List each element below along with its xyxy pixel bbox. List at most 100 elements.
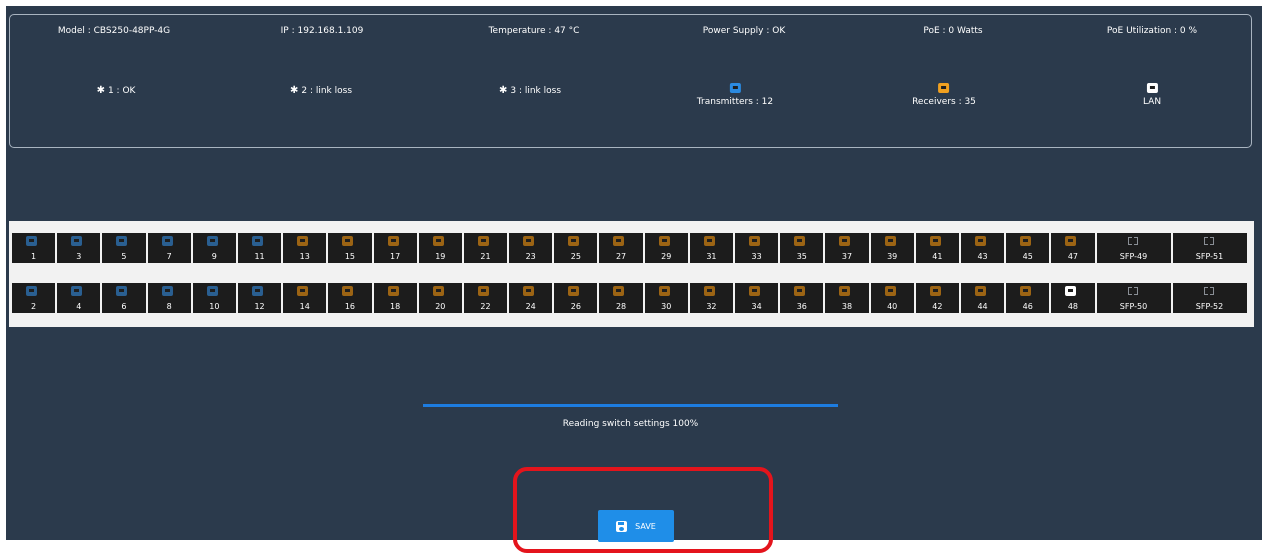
port-27[interactable]: 27	[599, 233, 643, 263]
sfp-icon	[1203, 287, 1214, 295]
monitor-icon	[297, 286, 309, 296]
port-31[interactable]: 31	[689, 233, 733, 263]
port-25[interactable]: 25	[554, 233, 598, 263]
port-17[interactable]: 17	[373, 233, 417, 263]
port-2[interactable]: 2	[12, 283, 56, 313]
transmitters-count: Transmitters : 12	[696, 97, 774, 107]
port-18[interactable]: 18	[373, 283, 417, 313]
model-label: Model : CBS250-48PP-4G	[57, 26, 171, 36]
monitor-icon	[703, 236, 715, 246]
port-44[interactable]: 44	[960, 283, 1005, 313]
port-number: 34	[751, 302, 762, 311]
port-13[interactable]: 13	[283, 233, 327, 263]
monitor-icon	[729, 83, 741, 93]
monitor-icon	[974, 236, 986, 246]
port-15[interactable]: 15	[328, 233, 372, 263]
sfp-port[interactable]: SFP-51	[1172, 233, 1247, 263]
monitor-icon	[794, 286, 806, 296]
port-26[interactable]: 26	[554, 283, 598, 313]
monitor-icon	[71, 286, 83, 296]
monitor-icon	[251, 236, 263, 246]
port-6[interactable]: 6	[102, 283, 146, 313]
port-39[interactable]: 39	[870, 233, 914, 263]
monitor-icon	[568, 236, 580, 246]
port-number: 45	[1022, 252, 1033, 261]
port-48[interactable]: 48	[1051, 283, 1095, 313]
port-number: 31	[706, 252, 717, 261]
port-46[interactable]: 46	[1006, 283, 1050, 313]
monitor-icon	[1065, 236, 1077, 246]
port-number: 29	[661, 252, 672, 261]
port-43[interactable]: 43	[960, 233, 1005, 263]
even-port-row: 2 4 6 8 10 12 14 16 18 20 22 24 26 28 30 32 34 36 38 40 42 44…	[12, 283, 1247, 313]
port-22[interactable]: 22	[463, 283, 508, 313]
port-45[interactable]: 45	[1006, 233, 1050, 263]
port-29[interactable]: 29	[644, 233, 688, 263]
port-3[interactable]: 3	[57, 233, 101, 263]
port-34[interactable]: 34	[735, 283, 779, 313]
port-42[interactable]: 42	[915, 283, 959, 313]
port-32[interactable]: 32	[689, 283, 733, 313]
sfp-icon	[1127, 287, 1138, 295]
monitor-icon	[1146, 83, 1158, 93]
monitor-icon	[613, 286, 625, 296]
port-number: 10	[209, 302, 220, 311]
sfp-port[interactable]: SFP-50	[1096, 283, 1171, 313]
port-number: 9	[211, 252, 217, 261]
port-40[interactable]: 40	[870, 283, 914, 313]
port-35[interactable]: 35	[780, 233, 824, 263]
port-21[interactable]: 21	[463, 233, 508, 263]
sfp-port[interactable]: SFP-52	[1172, 283, 1247, 313]
port-9[interactable]: 9	[192, 233, 236, 263]
port-36[interactable]: 36	[780, 283, 824, 313]
port-10[interactable]: 10	[192, 283, 236, 313]
port-4[interactable]: 4	[57, 283, 101, 313]
port-8[interactable]: 8	[147, 283, 191, 313]
monitor-icon	[1020, 286, 1032, 296]
monitor-icon	[432, 286, 444, 296]
port-number: 41	[932, 252, 943, 261]
port-number: 20	[435, 302, 446, 311]
sfp-label: SFP-52	[1195, 302, 1224, 311]
port-number: 19	[435, 252, 446, 261]
monitor-icon	[387, 236, 399, 246]
sfp-label: SFP-49	[1119, 252, 1148, 261]
monitor-icon	[161, 286, 173, 296]
port-14[interactable]: 14	[283, 283, 327, 313]
port-38[interactable]: 38	[825, 283, 869, 313]
port-41[interactable]: 41	[915, 233, 959, 263]
port-23[interactable]: 23	[509, 233, 553, 263]
port-24[interactable]: 24	[509, 283, 553, 313]
port-number: 8	[166, 302, 172, 311]
port-number: 40	[887, 302, 898, 311]
monitor-icon	[26, 236, 37, 246]
switch-ports-panel: 1 3 5 7 9 11 13 15 17 19 21 23 25 27 29 31 33 35 37 39 41 43 4…	[9, 221, 1254, 327]
port-37[interactable]: 37	[825, 233, 869, 263]
port-5[interactable]: 5	[102, 233, 146, 263]
port-28[interactable]: 28	[599, 283, 643, 313]
port-7[interactable]: 7	[147, 233, 191, 263]
port-number: 22	[480, 302, 491, 311]
port-19[interactable]: 19	[418, 233, 462, 263]
fan-3-label: 3 : link loss	[510, 86, 562, 96]
port-number: 25	[570, 252, 581, 261]
port-20[interactable]: 20	[418, 283, 462, 313]
port-number: 2	[31, 302, 37, 311]
sfp-port[interactable]: SFP-49	[1096, 233, 1171, 263]
port-30[interactable]: 30	[644, 283, 688, 313]
port-1[interactable]: 1	[12, 233, 56, 263]
monitor-icon	[432, 236, 444, 246]
port-number: 32	[706, 302, 717, 311]
sfp-icon	[1127, 237, 1138, 245]
port-11[interactable]: 11	[237, 233, 282, 263]
legend-lan: LAN	[1143, 83, 1161, 107]
switch-dashboard: Model : CBS250-48PP-4G IP : 192.168.1.10…	[6, 6, 1262, 542]
port-12[interactable]: 12	[237, 283, 282, 313]
port-33[interactable]: 33	[735, 233, 779, 263]
fan-icon: ✱	[96, 85, 105, 96]
port-number: 4	[76, 302, 82, 311]
monitor-icon	[794, 236, 806, 246]
monitor-icon	[342, 236, 354, 246]
port-47[interactable]: 47	[1051, 233, 1095, 263]
port-16[interactable]: 16	[328, 283, 372, 313]
